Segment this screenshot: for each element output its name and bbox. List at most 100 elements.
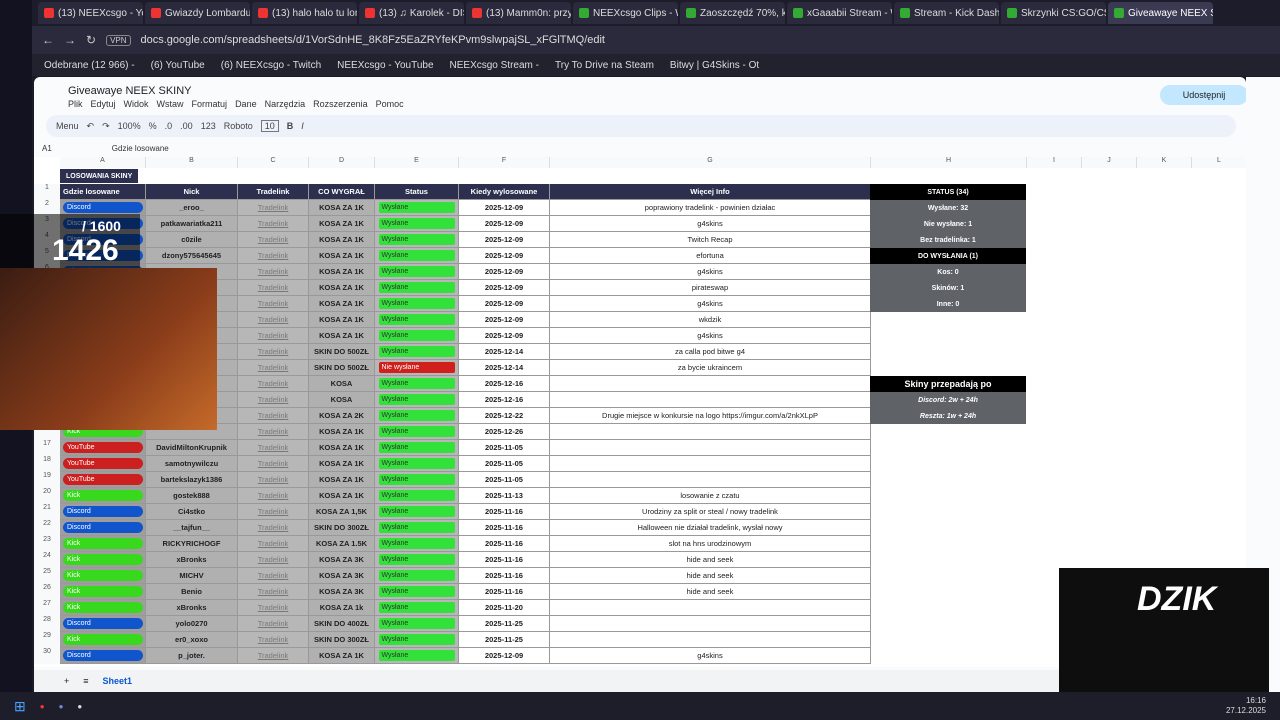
info-cell[interactable]: Drugie miejsce w konkursie na logo https…	[550, 408, 871, 424]
column-header[interactable]: G	[550, 157, 871, 168]
date-cell[interactable]: 2025-11-05	[459, 456, 550, 472]
status-cell[interactable]: Wysłane	[375, 264, 459, 280]
source-badge[interactable]: YouTube	[63, 442, 143, 453]
status-cell[interactable]: Wysłane	[375, 472, 459, 488]
prize-cell[interactable]: KOSA ZA 1K	[309, 232, 375, 248]
nick-cell[interactable]: RICKYRICHOGF	[146, 536, 238, 552]
italic-button[interactable]: I	[301, 121, 304, 131]
status-badge[interactable]: Wysłane	[378, 602, 455, 613]
number-format[interactable]: 123	[201, 121, 216, 131]
status-cell[interactable]: Wysłane	[375, 600, 459, 616]
reload-icon[interactable]: ↻	[86, 33, 96, 47]
date-cell[interactable]: 2025-12-09	[459, 232, 550, 248]
source-badge[interactable]: Kick	[63, 538, 143, 549]
tradelink-link[interactable]: Tradelink	[258, 555, 289, 564]
prize-cell[interactable]: KOSA ZA 1K	[309, 424, 375, 440]
column-header[interactable]: D	[309, 157, 375, 168]
status-cell[interactable]: Wysłane	[375, 312, 459, 328]
info-cell[interactable]	[550, 456, 871, 472]
tradelink-cell[interactable]: Tradelink	[238, 328, 309, 344]
source-badge[interactable]: Kick	[63, 586, 143, 597]
prize-cell[interactable]: SKIN DO 500ZŁ	[309, 360, 375, 376]
prize-cell[interactable]: KOSA ZA 1K	[309, 648, 375, 664]
status-cell[interactable]: Wysłane	[375, 536, 459, 552]
info-cell[interactable]: za calla pod bitwe g4	[550, 344, 871, 360]
date-cell[interactable]: 2025-11-16	[459, 536, 550, 552]
prize-cell[interactable]: KOSA ZA 1K	[309, 328, 375, 344]
date-cell[interactable]: 2025-11-16	[459, 552, 550, 568]
zoom-select[interactable]: 100%	[118, 121, 141, 131]
nick-cell[interactable]: samotnywilczu	[146, 456, 238, 472]
date-cell[interactable]: 2025-12-09	[459, 200, 550, 216]
prize-cell[interactable]: KOSA ZA 1k	[309, 600, 375, 616]
tradelink-link[interactable]: Tradelink	[258, 539, 289, 548]
status-cell[interactable]: Wysłane	[375, 648, 459, 664]
browser-tab[interactable]: Gwiazdy Lombardu: G	[145, 2, 250, 24]
source-cell[interactable]: Kick	[60, 488, 146, 504]
column-header[interactable]: L	[1192, 157, 1246, 168]
tradelink-link[interactable]: Tradelink	[258, 251, 289, 260]
source-badge[interactable]: Kick	[63, 490, 143, 501]
browser-tab[interactable]: (13) NEEXcsgo - YouT	[38, 2, 143, 24]
status-badge[interactable]: Wysłane	[378, 250, 455, 261]
bookmark-item[interactable]: (6) YouTube	[151, 60, 205, 71]
prize-cell[interactable]: KOSA ZA 2K	[309, 408, 375, 424]
info-cell[interactable]	[550, 600, 871, 616]
date-cell[interactable]: 2025-12-26	[459, 424, 550, 440]
status-badge[interactable]: Wysłane	[378, 474, 455, 485]
prize-cell[interactable]: KOSA ZA 1K	[309, 472, 375, 488]
status-cell[interactable]: Wysłane	[375, 200, 459, 216]
browser-tab[interactable]: Giveawaye NEEX SKINY	[1108, 2, 1213, 24]
status-badge[interactable]: Wysłane	[378, 314, 455, 325]
date-cell[interactable]: 2025-12-09	[459, 280, 550, 296]
all-sheets-icon[interactable]: ≡	[83, 676, 88, 686]
date-cell[interactable]: 2025-12-09	[459, 312, 550, 328]
source-cell[interactable]: Kick	[60, 600, 146, 616]
discord-taskbar-icon[interactable]: ●	[59, 702, 64, 711]
status-cell[interactable]: Wysłane	[375, 248, 459, 264]
tradelink-link[interactable]: Tradelink	[258, 331, 289, 340]
status-cell[interactable]: Wysłane	[375, 488, 459, 504]
date-cell[interactable]: 2025-12-09	[459, 328, 550, 344]
source-cell[interactable]: YouTube	[60, 456, 146, 472]
info-cell[interactable]	[550, 392, 871, 408]
bookmark-item[interactable]: (6) NEEXcsgo - Twitch	[221, 60, 321, 71]
date-cell[interactable]: 2025-12-16	[459, 392, 550, 408]
source-cell[interactable]: YouTube	[60, 440, 146, 456]
tradelink-cell[interactable]: Tradelink	[238, 600, 309, 616]
status-cell[interactable]: Wysłane	[375, 344, 459, 360]
date-cell[interactable]: 2025-12-09	[459, 264, 550, 280]
info-cell[interactable]: pirateswap	[550, 280, 871, 296]
date-cell[interactable]: 2025-12-09	[459, 648, 550, 664]
status-cell[interactable]: Wysłane	[375, 424, 459, 440]
info-cell[interactable]: hide and seek	[550, 568, 871, 584]
status-cell[interactable]: Wysłane	[375, 520, 459, 536]
tradelink-link[interactable]: Tradelink	[258, 411, 289, 420]
tradelink-link[interactable]: Tradelink	[258, 587, 289, 596]
status-cell[interactable]: Wysłane	[375, 232, 459, 248]
tradelink-cell[interactable]: Tradelink	[238, 392, 309, 408]
tradelink-cell[interactable]: Tradelink	[238, 504, 309, 520]
tradelink-cell[interactable]: Tradelink	[238, 568, 309, 584]
date-cell[interactable]: 2025-11-05	[459, 440, 550, 456]
source-cell[interactable]: Discord	[60, 648, 146, 664]
column-header[interactable]: F	[459, 157, 550, 168]
nick-cell[interactable]: patkawariatka211	[146, 216, 238, 232]
status-badge[interactable]: Wysłane	[378, 394, 455, 405]
browser-tab[interactable]: (13) Mamm0n: przyjm	[466, 2, 571, 24]
menu-item[interactable]: Edytuj	[91, 99, 116, 109]
prize-cell[interactable]: KOSA ZA 1K	[309, 248, 375, 264]
prize-cell[interactable]: KOSA ZA 1K	[309, 440, 375, 456]
source-badge[interactable]: Discord	[63, 618, 143, 629]
tradelink-cell[interactable]: Tradelink	[238, 200, 309, 216]
tradelink-cell[interactable]: Tradelink	[238, 632, 309, 648]
tradelink-cell[interactable]: Tradelink	[238, 232, 309, 248]
prize-cell[interactable]: KOSA ZA 1,5K	[309, 504, 375, 520]
prize-cell[interactable]: KOSA ZA 1K	[309, 216, 375, 232]
tradelink-cell[interactable]: Tradelink	[238, 296, 309, 312]
menu-item[interactable]: Widok	[124, 99, 149, 109]
source-badge[interactable]: YouTube	[63, 458, 143, 469]
prize-cell[interactable]: KOSA	[309, 376, 375, 392]
status-badge[interactable]: Wysłane	[378, 218, 455, 229]
menu-item[interactable]: Dane	[235, 99, 257, 109]
